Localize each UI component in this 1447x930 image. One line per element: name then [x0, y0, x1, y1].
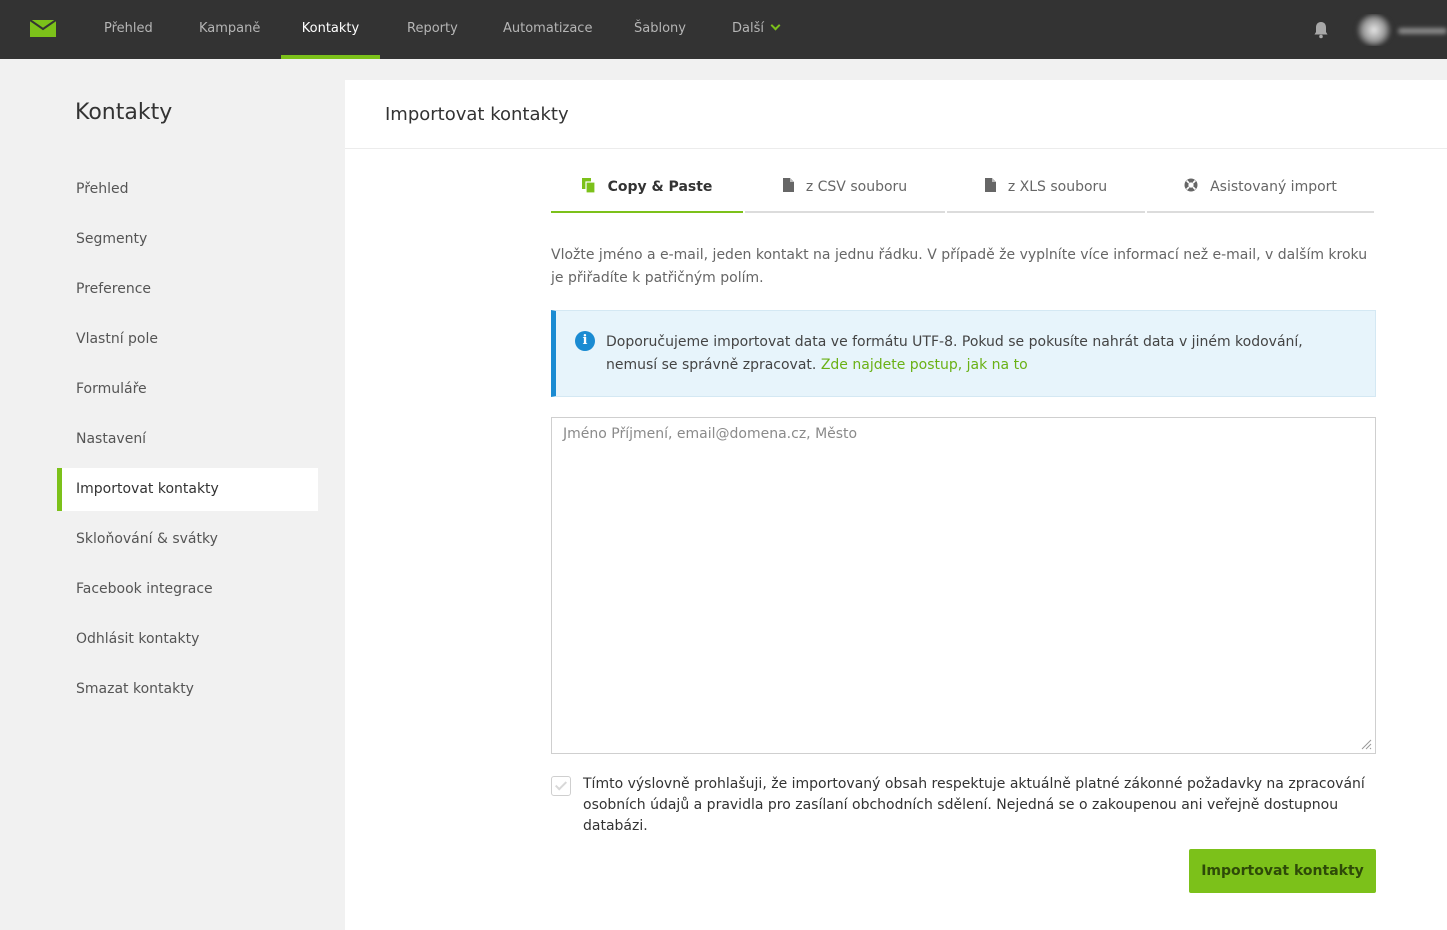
nav-item-sablony[interactable]: Šablony	[634, 0, 686, 59]
avatar	[1356, 14, 1392, 46]
envelope-logo-icon[interactable]	[30, 20, 56, 37]
top-navigation: Přehled Kampaně Kontakty Reporty Automat…	[0, 0, 1447, 59]
chevron-down-icon	[770, 20, 781, 31]
nav-item-dalsi[interactable]: Další	[732, 0, 782, 59]
nav-item-kampane[interactable]: Kampaně	[199, 0, 260, 59]
consent-checkbox[interactable]	[551, 776, 571, 796]
tab-asistovany-import[interactable]: Asistovaný import	[1147, 170, 1374, 213]
tab-asistovany-import-label: Asistovaný import	[1210, 179, 1337, 195]
sidebar-item-prehled[interactable]: Přehled	[57, 168, 318, 211]
account-name-blurred	[1398, 28, 1447, 34]
info-box: i Doporučujeme importovat data ve formát…	[551, 310, 1376, 397]
sidebar-item-sklonovani-svatky[interactable]: Skloňování & svátky	[57, 518, 318, 561]
file-icon	[782, 178, 794, 192]
import-contacts-button[interactable]: Importovat kontakty	[1189, 849, 1376, 893]
sidebar-item-importovat-kontakty[interactable]: Importovat kontakty	[57, 468, 318, 511]
checkmark-icon	[554, 778, 568, 791]
copy-icon	[581, 177, 596, 193]
nav-item-dalsi-label: Další	[732, 21, 764, 36]
tab-xls[interactable]: z XLS souboru	[947, 170, 1145, 213]
sidebar-item-odhlasit-kontakty[interactable]: Odhlásit kontakty	[57, 618, 318, 661]
info-help-link[interactable]: Zde najdete postup, jak na to	[821, 357, 1028, 373]
tab-csv-label: z CSV souboru	[805, 179, 908, 195]
user-account-menu[interactable]	[1352, 14, 1447, 46]
tab-xls-label: z XLS souboru	[1007, 179, 1108, 195]
panel-header: Importovat kontakty	[345, 80, 1447, 149]
sidebar-title: Kontakty	[75, 100, 173, 125]
nav-item-prehled[interactable]: Přehled	[104, 0, 153, 59]
sidebar-item-formulare[interactable]: Formuláře	[57, 368, 318, 411]
lifebuoy-icon	[1184, 178, 1198, 192]
contacts-textarea[interactable]	[551, 417, 1376, 754]
sidebar-item-segmenty[interactable]: Segmenty	[57, 218, 318, 261]
info-text-block: Doporučujeme importovat data ve formátu …	[606, 331, 1356, 377]
nav-item-kontakty[interactable]: Kontakty	[281, 0, 380, 59]
tab-copy-paste-label: Copy & Paste	[607, 179, 713, 195]
page-title: Importovat kontakty	[385, 104, 569, 125]
resize-handle-icon[interactable]	[1360, 738, 1372, 750]
file-icon	[984, 178, 996, 192]
main-panel: Importovat kontakty Copy & Paste z CSV s…	[345, 80, 1447, 930]
info-icon: i	[575, 331, 595, 351]
nav-item-reporty[interactable]: Reporty	[407, 0, 458, 59]
consent-label: Tímto výslovně prohlašuji, že importovan…	[583, 776, 1365, 834]
nav-item-automatizace[interactable]: Automatizace	[503, 0, 592, 59]
sidebar-item-nastaveni[interactable]: Nastavení	[57, 418, 318, 461]
tab-copy-paste[interactable]: Copy & Paste	[551, 170, 743, 213]
tab-csv[interactable]: z CSV souboru	[745, 170, 945, 213]
sidebar-item-vlastni-pole[interactable]: Vlastní pole	[57, 318, 318, 361]
bell-icon[interactable]	[1313, 21, 1329, 39]
active-nav-indicator	[281, 55, 380, 59]
sidebar-item-facebook-integrace[interactable]: Facebook integrace	[57, 568, 318, 611]
intro-text: Vložte jméno a e-mail, jeden kontakt na …	[551, 247, 1368, 286]
sidebar-item-smazat-kontakty[interactable]: Smazat kontakty	[57, 668, 318, 711]
sidebar-item-preference[interactable]: Preference	[57, 268, 318, 311]
